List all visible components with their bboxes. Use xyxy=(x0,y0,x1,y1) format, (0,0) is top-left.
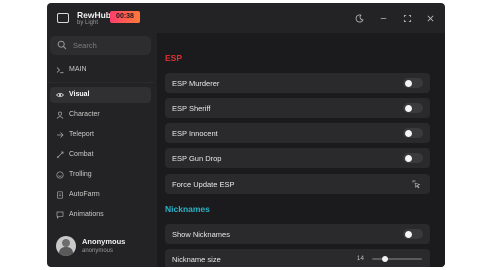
force-update-esp-button[interactable]: Force Update ESP xyxy=(165,174,430,194)
eye-icon xyxy=(56,92,64,98)
arrow-right-icon xyxy=(57,132,64,138)
profile-handle: anonymous xyxy=(82,248,114,254)
avatar xyxy=(56,236,76,256)
row-label: Force Update ESP xyxy=(172,180,235,189)
row-label: ESP Gun Drop xyxy=(172,154,222,163)
sidebar-item-autofarm[interactable]: AutoFarm xyxy=(50,187,151,203)
slider-value: 14 xyxy=(356,255,364,262)
rewhub-window: RewHub by Light 00:38 Search MAIN Visual… xyxy=(47,3,445,267)
sidebar-item-character[interactable]: Character xyxy=(50,107,151,123)
esp-murderer-toggle[interactable] xyxy=(403,78,423,88)
sidebar-item-label: Character xyxy=(69,111,100,118)
show-nicknames-row: Show Nicknames xyxy=(165,224,430,244)
moon-icon[interactable] xyxy=(353,12,365,24)
maximize-icon[interactable] xyxy=(401,12,413,24)
title-bar[interactable]: RewHub by Light 00:38 xyxy=(47,3,445,33)
section-title-esp: ESP xyxy=(165,53,183,63)
sidebar-item-label: Animations xyxy=(69,211,104,218)
close-icon[interactable] xyxy=(424,12,436,24)
row-label: ESP Sheriff xyxy=(172,104,211,113)
sidebar-item-animations[interactable]: Animations xyxy=(50,207,151,223)
sidebar-divider xyxy=(47,82,154,83)
sidebar-item-label: Trolling xyxy=(69,171,92,178)
row-label: ESP Murderer xyxy=(172,79,220,88)
sidebar-item-label: AutoFarm xyxy=(69,191,100,198)
sidebar-item-label: Teleport xyxy=(69,131,94,138)
sidebar-item-label: MAIN xyxy=(69,66,87,73)
esp-gun-drop-row: ESP Gun Drop xyxy=(165,148,430,168)
search-placeholder: Search xyxy=(73,41,97,50)
speech-bubble-icon xyxy=(56,211,64,219)
row-label: ESP Innocent xyxy=(172,129,218,138)
nickname-size-row: Nickname size 14 xyxy=(165,249,430,267)
sword-icon xyxy=(56,151,64,159)
row-label: Show Nicknames xyxy=(172,230,230,239)
timer-badge: 00:38 xyxy=(110,11,140,23)
esp-innocent-toggle[interactable] xyxy=(403,128,423,138)
esp-innocent-row: ESP Innocent xyxy=(165,123,430,143)
app-subtitle: by Light xyxy=(77,20,99,26)
window-icon xyxy=(57,13,69,23)
sidebar-item-main[interactable]: MAIN xyxy=(50,62,151,78)
app-title: RewHub xyxy=(77,10,111,20)
esp-sheriff-row: ESP Sheriff xyxy=(165,98,430,118)
sidebar-item-label: Visual xyxy=(69,91,90,98)
esp-murderer-row: ESP Murderer xyxy=(165,73,430,93)
sidebar-item-teleport[interactable]: Teleport xyxy=(50,127,151,143)
main-panel[interactable]: ESP ESP Murderer ESP Sheriff ESP Innocen… xyxy=(157,33,445,267)
sidebar-item-visual[interactable]: Visual xyxy=(50,87,151,103)
search-icon xyxy=(57,40,67,50)
profile-name: Anonymous xyxy=(82,237,126,246)
nickname-size-slider[interactable] xyxy=(372,256,422,262)
document-icon xyxy=(57,191,63,199)
terminal-icon xyxy=(56,67,64,74)
section-title-nicknames: Nicknames xyxy=(165,204,210,214)
sidebar-item-trolling[interactable]: Trolling xyxy=(50,167,151,183)
esp-sheriff-toggle[interactable] xyxy=(403,103,423,113)
esp-gun-drop-toggle[interactable] xyxy=(403,153,423,163)
minimize-icon[interactable] xyxy=(377,12,389,24)
sidebar: Search MAIN Visual Character Teleport Co… xyxy=(47,33,154,267)
user-profile[interactable]: Anonymous anonymous xyxy=(47,230,154,267)
smile-icon xyxy=(56,171,64,179)
slider-handle[interactable] xyxy=(381,256,388,262)
sidebar-item-combat[interactable]: Combat xyxy=(50,147,151,163)
user-icon xyxy=(56,111,64,119)
row-label: Nickname size xyxy=(172,255,221,264)
show-nicknames-toggle[interactable] xyxy=(403,229,423,239)
sidebar-item-label: Combat xyxy=(69,151,94,158)
search-input[interactable]: Search xyxy=(50,36,151,55)
pointer-click-icon xyxy=(412,180,421,189)
